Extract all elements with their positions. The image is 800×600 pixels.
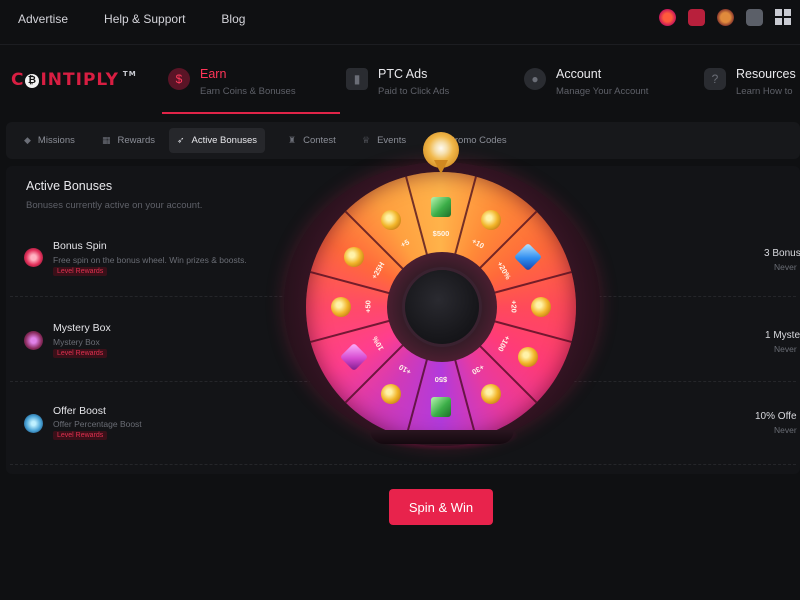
nav-resources-title: Resources bbox=[736, 67, 796, 81]
bonus-description: Mystery Box bbox=[53, 337, 100, 347]
bonus-description: Free spin on the bonus wheel. Win prizes… bbox=[53, 255, 247, 265]
apps-icon[interactable] bbox=[775, 9, 792, 26]
pointer-tip bbox=[434, 160, 448, 174]
nav-resources[interactable]: ? Resources Learn How to bbox=[704, 62, 796, 114]
wheel-prize-icon bbox=[481, 383, 501, 404]
wheel-prize-icon bbox=[481, 210, 501, 231]
bonus-expiry: Never bbox=[774, 344, 797, 354]
wheel-prize-icon bbox=[517, 347, 538, 367]
tab-label: Active Bonuses bbox=[191, 135, 258, 146]
blog-link[interactable]: Blog bbox=[221, 12, 245, 26]
wheel-prize-icon bbox=[513, 242, 542, 272]
diamond-icon: ◆ bbox=[24, 135, 31, 145]
wheel-segment-label: +100 bbox=[496, 333, 513, 353]
wheel-prize-icon bbox=[340, 342, 369, 372]
wheel-segment-label: +25H bbox=[369, 259, 387, 281]
prize-wheel[interactable]: $500 +10 +20% +20 +100 +30 $50 +10 10% +50 +25H +5 bbox=[284, 132, 600, 462]
bonus-tag: Level Rewards bbox=[53, 267, 108, 276]
bonus-expiry: Never bbox=[774, 425, 797, 435]
wheel-prize-icon bbox=[431, 197, 451, 217]
wheel-segment-label: +10 bbox=[396, 362, 413, 377]
wheel-icon[interactable] bbox=[659, 9, 676, 26]
spin-wheel-icon bbox=[24, 248, 43, 267]
tab-label: Rewards bbox=[117, 135, 156, 146]
tab-missions[interactable]: ◆ Missions bbox=[16, 128, 83, 153]
dollar-icon: $ bbox=[168, 68, 190, 90]
ad-icon: ▮ bbox=[346, 68, 368, 90]
wheel-prize-icon bbox=[431, 397, 451, 417]
wheel-segment-label: +10 bbox=[469, 236, 486, 251]
wheel-prize-icon bbox=[344, 247, 365, 267]
wheel-base bbox=[370, 430, 514, 444]
bonus-value: 3 Bonus bbox=[764, 248, 800, 259]
bonus-name: Mystery Box bbox=[53, 322, 111, 334]
wheel-prize-icon bbox=[331, 297, 351, 317]
wheel-segment-label: +30 bbox=[469, 362, 486, 377]
wheel-pointer bbox=[423, 132, 459, 176]
top-icons bbox=[659, 9, 792, 26]
tab-active-bonuses[interactable]: ➶ Active Bonuses bbox=[169, 128, 266, 153]
tab-label: Missions bbox=[37, 135, 75, 146]
wheel-segment-label: 10% bbox=[370, 334, 386, 352]
bitcoin-icon: ₿ bbox=[25, 74, 40, 88]
nav-ptc-title: PTC Ads bbox=[378, 67, 428, 81]
gem-boost-icon bbox=[24, 414, 43, 433]
wheel-prize-icon bbox=[381, 383, 401, 404]
nav-account[interactable]: ● Account Manage Your Account bbox=[524, 62, 648, 114]
nav-ptc-ads[interactable]: ▮ PTC Ads Paid to Click Ads bbox=[346, 62, 449, 114]
rocket-icon: ➶ bbox=[177, 135, 185, 145]
help-support-link[interactable]: Help & Support bbox=[104, 12, 185, 26]
advertise-link[interactable]: Advertise bbox=[18, 12, 68, 26]
bonus-description: Offer Percentage Boost bbox=[53, 419, 142, 429]
row-divider bbox=[10, 464, 796, 465]
wheel-prize-icon bbox=[531, 297, 551, 317]
nav-resources-subtitle: Learn How to bbox=[736, 86, 793, 97]
users-icon: ● bbox=[524, 68, 546, 90]
logo-text: C ₿ INTIPLY bbox=[11, 70, 119, 90]
bonus-name: Bonus Spin bbox=[53, 240, 107, 252]
panel-title: Active Bonuses bbox=[26, 179, 113, 193]
nav-earn[interactable]: $ Earn Earn Coins & Bonuses bbox=[162, 62, 340, 114]
wheel-segment-label: +20 bbox=[509, 300, 519, 313]
wheel-segment-label: +5 bbox=[398, 237, 411, 250]
calendar-icon: ▦ bbox=[102, 135, 111, 145]
bonus-name: Offer Boost bbox=[53, 405, 106, 417]
nav-earn-title: Earn bbox=[200, 67, 227, 81]
badge-icon[interactable] bbox=[717, 9, 734, 26]
panel-subtitle: Bonuses currently active on your account… bbox=[26, 200, 203, 211]
tab-rewards[interactable]: ▦ Rewards bbox=[94, 128, 163, 153]
wheel-hub[interactable] bbox=[405, 270, 479, 344]
wheel-segment-label: +20% bbox=[495, 259, 513, 281]
chat-icon[interactable] bbox=[746, 9, 763, 26]
bonus-expiry: Never bbox=[774, 262, 797, 272]
nav-account-title: Account bbox=[556, 67, 602, 81]
top-bar: Advertise Help & Support Blog bbox=[0, 0, 800, 38]
wheel-prize-icon bbox=[381, 210, 401, 231]
bonus-value: 10% Offe bbox=[755, 411, 797, 422]
bonus-tag: Level Rewards bbox=[53, 431, 108, 440]
mystery-box-icon bbox=[24, 331, 43, 350]
bonus-value: 1 Myste bbox=[765, 330, 800, 341]
question-icon: ? bbox=[704, 68, 726, 90]
wheel-segment-label: $500 bbox=[432, 229, 450, 238]
wheel-segment-label: $50 bbox=[434, 375, 448, 384]
spin-and-win-button[interactable]: Spin & Win bbox=[389, 489, 493, 525]
trademark: TM bbox=[122, 70, 137, 78]
header-divider bbox=[0, 44, 800, 45]
nav-earn-subtitle: Earn Coins & Bonuses bbox=[200, 86, 296, 97]
bonus-tag: Level Rewards bbox=[53, 349, 108, 358]
gift-icon[interactable] bbox=[688, 9, 705, 26]
wheel-segment-label: +50 bbox=[363, 300, 373, 313]
nav-ptc-subtitle: Paid to Click Ads bbox=[378, 86, 450, 97]
cointiply-logo[interactable]: C ₿ INTIPLY TM bbox=[11, 70, 137, 90]
nav-account-subtitle: Manage Your Account bbox=[556, 86, 649, 97]
